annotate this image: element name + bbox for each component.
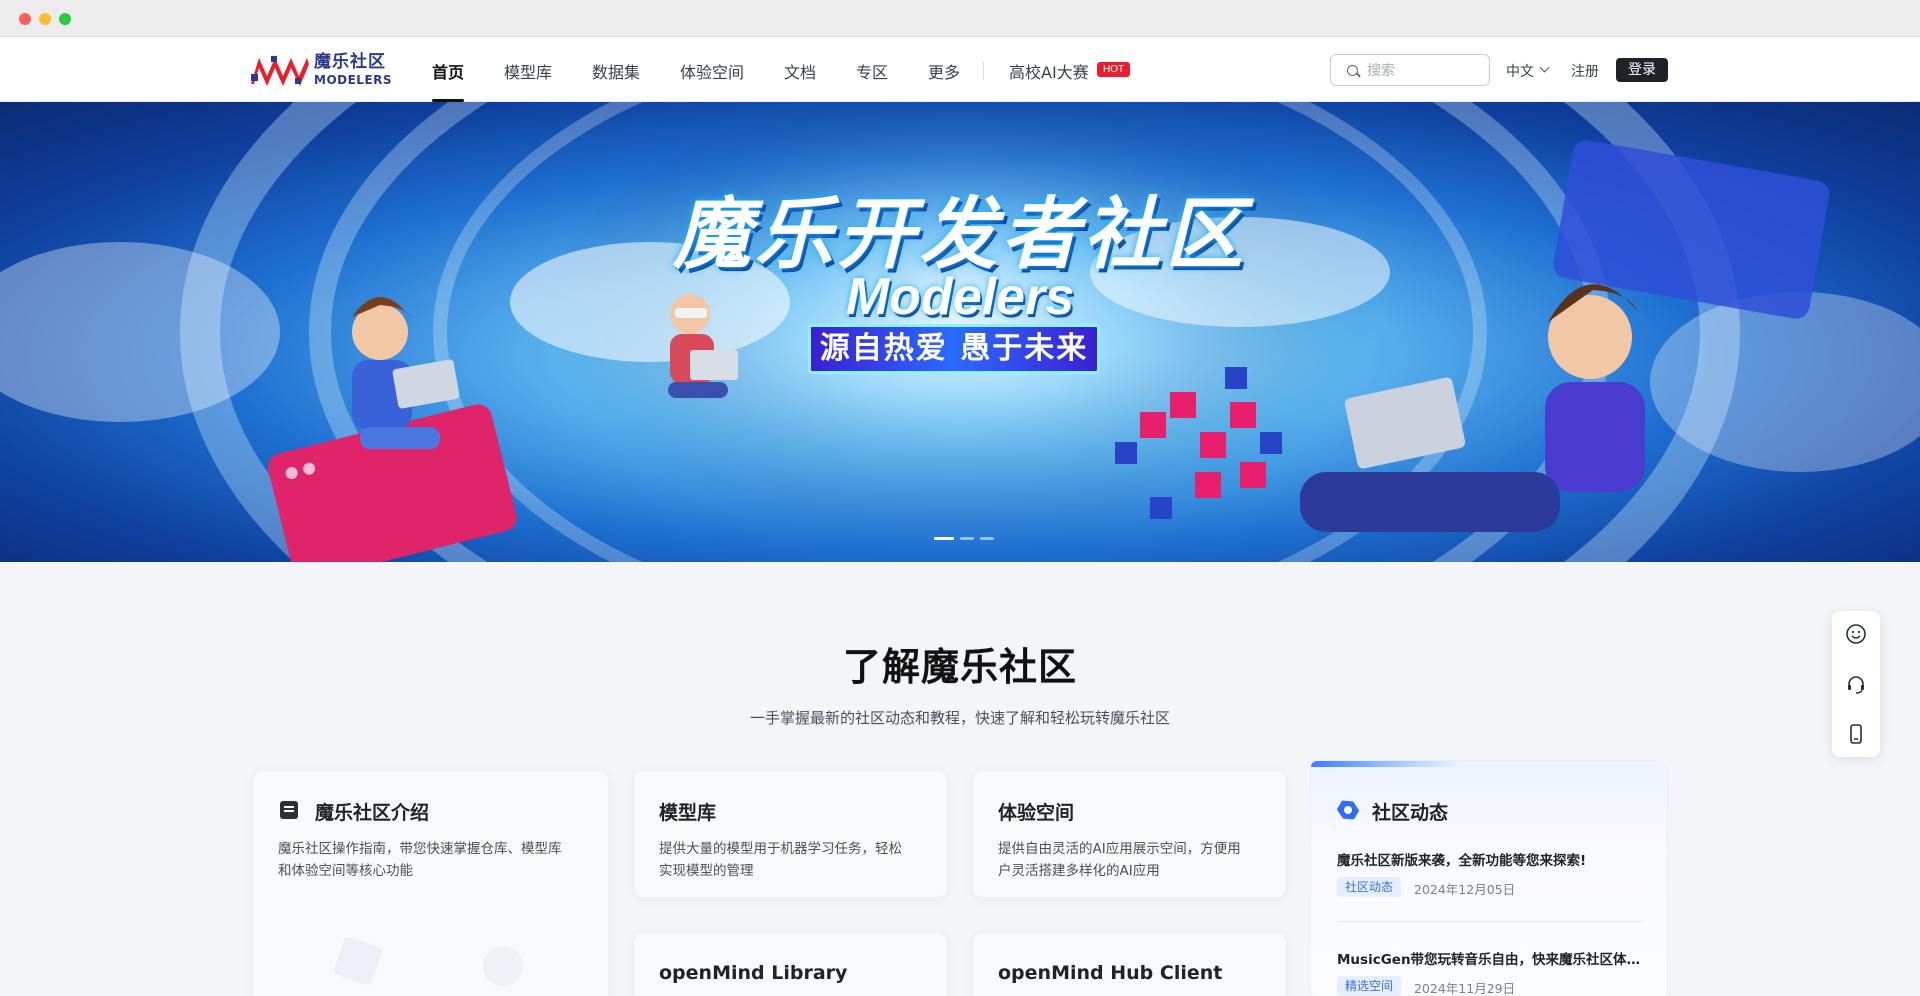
chevron-down-icon[interactable] <box>1539 62 1550 73</box>
section-title: 了解魔乐社区 <box>842 645 1077 689</box>
logo-name: 魔乐社区 <box>314 52 386 72</box>
language-selector[interactable]: 中文 <box>1506 61 1534 81</box>
decorative-shape <box>483 946 523 986</box>
news-panel-title: 社区动态 <box>1372 802 1449 824</box>
maximize-window-button[interactable] <box>59 13 71 25</box>
nav-item-models[interactable]: 模型库 <box>504 59 552 102</box>
card-openmind-hub[interactable]: openMind Hub Client <box>972 932 1287 996</box>
carousel-dot[interactable] <box>934 537 954 540</box>
card-models[interactable]: 模型库 提供大量的模型用于机器学习任务，轻松 实现模型的管理 <box>633 770 948 898</box>
news-item-tag[interactable]: 精选空间 <box>1337 976 1402 996</box>
logo[interactable]: 魔乐社区 MODELERS <box>251 54 392 86</box>
minimize-window-button[interactable] <box>39 13 51 25</box>
nav-item-zones[interactable]: 专区 <box>856 59 888 102</box>
news-item-title[interactable]: 魔乐社区新版来袭，全新功能等您来探索! <box>1337 849 1649 869</box>
card-openmind-library[interactable]: openMind Library <box>633 932 948 996</box>
hexagon-icon-center <box>1344 806 1352 814</box>
register-link[interactable]: 注册 <box>1571 61 1599 81</box>
news-item-date: 2024年11月29日 <box>1414 981 1516 996</box>
search-input[interactable] <box>1367 61 1477 81</box>
top-navbar: 魔乐社区 MODELERS 首页 模型库 数据集 体验空间 文档 专区 更多 高… <box>0 37 1920 102</box>
search-icon <box>1347 65 1358 76</box>
search-box[interactable] <box>1330 54 1490 86</box>
logo-mark-icon <box>251 56 309 86</box>
card-description: 提供自由灵活的AI应用展示空间，方便用 户灵活搭建多样化的AI应用 <box>998 841 1241 879</box>
mobile-icon[interactable] <box>1845 723 1867 745</box>
section-subtitle: 一手掌握最新的社区动态和教程，快速了解和轻松玩转魔乐社区 <box>749 709 1170 727</box>
news-item-title[interactable]: MusicGen带您玩转音乐自由，快来魔乐社区体验吧 <box>1337 948 1649 968</box>
news-divider <box>1337 921 1643 922</box>
smile-icon[interactable] <box>1845 623 1867 645</box>
nav-divider <box>983 62 984 80</box>
logo-sub: MODELERS <box>314 73 393 87</box>
nav-item-ai-contest[interactable]: 高校AI大赛 <box>1009 59 1089 102</box>
nav-item-home[interactable]: 首页 <box>432 59 465 102</box>
card-title: 模型库 <box>659 802 717 824</box>
card-title: 体验空间 <box>998 802 1075 824</box>
news-item-date: 2024年12月05日 <box>1414 882 1516 897</box>
nav-item-datasets[interactable]: 数据集 <box>592 59 640 102</box>
nav-item-more[interactable]: 更多 <box>928 59 960 102</box>
card-description: 提供大量的模型用于机器学习任务，轻松 实现模型的管理 <box>659 841 902 879</box>
news-item-tag[interactable]: 社区动态 <box>1337 877 1402 897</box>
hero-banner[interactable]: 魔乐开发者社区 Modelers 源自热爱 愚于未来 <box>0 102 1920 562</box>
nav-item-spaces[interactable]: 体验空间 <box>680 59 744 102</box>
carousel-dot[interactable] <box>960 537 974 540</box>
login-button[interactable]: 登录 <box>1616 58 1668 82</box>
close-window-button[interactable] <box>19 13 31 25</box>
card-description: 魔乐社区操作指南，带您快速掌握仓库、模型库 和体验空间等核心功能 <box>278 841 562 879</box>
card-spaces[interactable]: 体验空间 提供自由灵活的AI应用展示空间，方便用 户灵活搭建多样化的AI应用 <box>972 770 1287 898</box>
carousel-dot[interactable] <box>980 537 994 540</box>
carousel-indicators[interactable] <box>934 537 994 540</box>
book-icon <box>280 801 298 819</box>
headset-icon[interactable] <box>1845 673 1867 695</box>
card-title: openMind Hub Client <box>998 962 1223 984</box>
card-community-intro[interactable]: 魔乐社区介绍 魔乐社区操作指南，带您快速掌握仓库、模型库 和体验空间等核心功能 <box>252 770 609 996</box>
hot-badge: HOT <box>1097 62 1131 77</box>
panel-accent-bar <box>1311 761 1461 767</box>
card-title: 魔乐社区介绍 <box>315 802 430 824</box>
banner-subtitle: Modelers <box>845 268 1075 326</box>
window-titlebar <box>0 0 1920 37</box>
decorative-shape <box>332 935 384 987</box>
banner-slogan: 源自热爱 愚于未来 <box>808 324 1100 374</box>
community-news-panel: 社区动态 魔乐社区新版来袭，全新功能等您来探索! 社区动态 2024年12月05… <box>1310 760 1668 996</box>
floating-toolbar <box>1832 611 1880 757</box>
nav-item-docs[interactable]: 文档 <box>784 59 816 102</box>
card-title: openMind Library <box>659 962 848 984</box>
